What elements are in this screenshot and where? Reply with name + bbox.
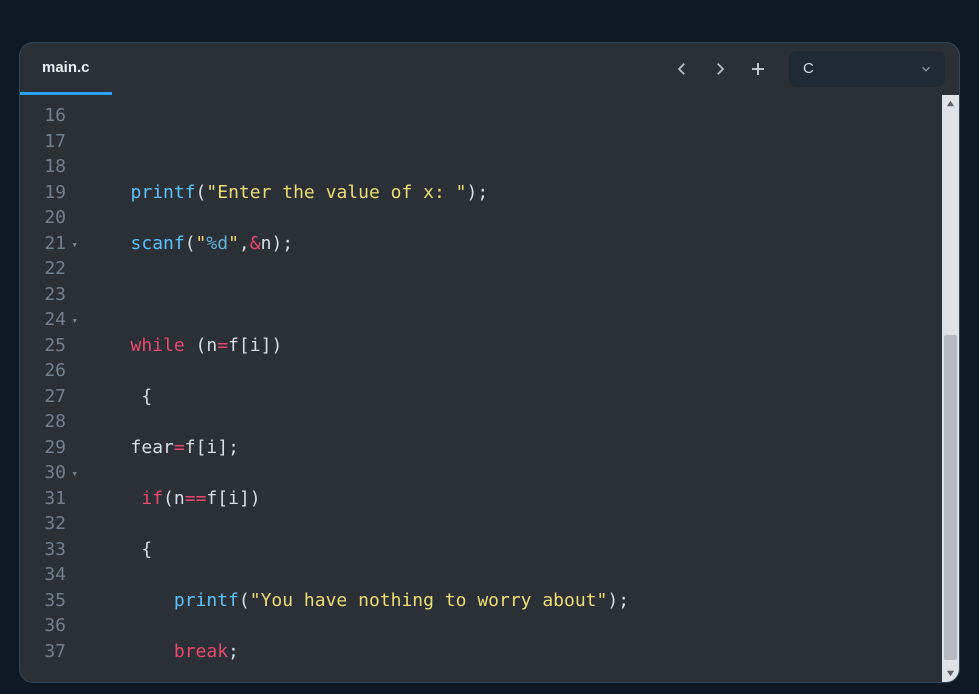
tab-label: main.c	[42, 60, 90, 75]
line-number: 26	[20, 358, 78, 384]
line-number: 23	[20, 282, 78, 308]
line-number: 33	[20, 537, 78, 563]
scrollbar-thumb[interactable]	[944, 335, 957, 660]
line-number: 31	[20, 486, 78, 512]
new-tab-button[interactable]	[741, 52, 775, 86]
line-number: 30▾	[20, 460, 78, 486]
line-number-gutter: 161718192021▾222324▾252627282930▾3132333…	[20, 95, 88, 682]
triangle-down-icon	[946, 669, 955, 678]
chevron-left-icon	[673, 60, 691, 78]
next-tab-button[interactable]	[703, 52, 737, 86]
line-number: 27	[20, 384, 78, 410]
code-content[interactable]: printf("Enter the value of x: "); scanf(…	[88, 95, 959, 682]
editor-panel: main.c C 161718192021▾222324▾25262728293…	[19, 42, 960, 683]
line-number: 32	[20, 511, 78, 537]
language-selector-value: C	[803, 61, 814, 76]
vertical-scrollbar[interactable]	[942, 95, 959, 682]
line-number: 37	[20, 639, 78, 665]
line-number: 21▾	[20, 231, 78, 257]
line-number: 34	[20, 562, 78, 588]
chevron-down-icon	[919, 62, 933, 76]
prev-tab-button[interactable]	[665, 52, 699, 86]
line-number: 24▾	[20, 307, 78, 333]
line-number: 35	[20, 588, 78, 614]
scroll-down-button[interactable]	[942, 665, 959, 682]
tab-bar: main.c C	[20, 43, 959, 95]
line-number: 18	[20, 154, 78, 180]
line-number: 28	[20, 409, 78, 435]
line-number: 29	[20, 435, 78, 461]
line-number: 25	[20, 333, 78, 359]
code-area: 161718192021▾222324▾252627282930▾3132333…	[20, 95, 959, 682]
file-tab-main-c[interactable]: main.c	[20, 44, 112, 95]
triangle-up-icon	[946, 99, 955, 108]
chevron-right-icon	[711, 60, 729, 78]
line-number: 36	[20, 613, 78, 639]
line-number: 22	[20, 256, 78, 282]
line-number: 17	[20, 129, 78, 155]
line-number: 19	[20, 180, 78, 206]
plus-icon	[749, 60, 767, 78]
scroll-up-button[interactable]	[942, 95, 959, 112]
language-selector[interactable]: C	[789, 51, 945, 87]
line-number: 16	[20, 103, 78, 129]
line-number: 20	[20, 205, 78, 231]
